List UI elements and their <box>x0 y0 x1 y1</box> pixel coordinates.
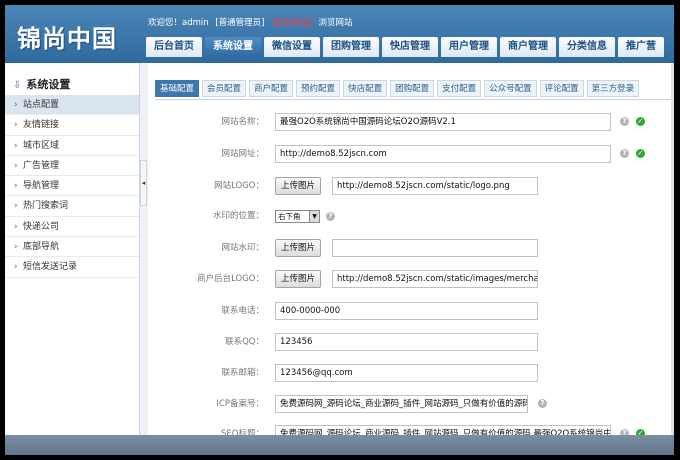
sidebar-item-city-area[interactable]: 城市区域 <box>5 136 139 156</box>
nav-tab-classified[interactable]: 分类信息 <box>559 37 615 57</box>
header: 锦尚中国 欢迎您！admin [普通管理员] [安全退出] 浏览网站 后台首页 … <box>5 5 674 63</box>
browse-site-link[interactable]: 浏览网站 <box>319 18 353 28</box>
sidebar-item-friend-links[interactable]: 友情链接 <box>5 115 139 136</box>
merchant-logo-input[interactable]: http://demo8.52jscn.com/static/images/me… <box>332 270 538 288</box>
merchant-logo-label: 商户后台LOGO： <box>197 274 264 284</box>
tab-official-account-config[interactable]: 公众号配置 <box>484 80 537 97</box>
watermark-position-select[interactable]: 右下角 ▼ <box>275 210 320 223</box>
site-logo-input[interactable]: http://demo8.52jscn.com/static/logo.png <box>332 177 538 195</box>
watermark-label: 网站水印： <box>221 243 264 253</box>
user-bar: 欢迎您！admin [普通管理员] [安全退出] 浏览网站 <box>148 16 357 28</box>
row-watermark-position: 水印的位置： 右下角 ▼ ? <box>148 209 674 234</box>
site-url-label: 网站网址： <box>221 149 264 159</box>
row-site-url: 网站网址： http://demo8.52jscn.com ? ✓ <box>148 145 674 170</box>
email-input[interactable]: 123456@qq.com <box>275 364 538 382</box>
sidebar-list: 站点配置 友情链接 城市区域 广告管理 导航管理 热门搜索词 快递公司 底部导航… <box>5 95 139 278</box>
site-logo-label: 网站LOGO： <box>214 181 264 191</box>
sidebar-item-express[interactable]: 快递公司 <box>5 217 139 238</box>
upload-watermark-button[interactable]: 上传图片 <box>275 239 322 257</box>
row-site-logo: 网站LOGO： 上传图片 http://demo8.52jscn.com/sta… <box>148 177 674 202</box>
role-label: [普通管理员] <box>215 18 265 28</box>
nav-tab-wechat[interactable]: 微信设置 <box>264 37 320 57</box>
row-qq: 联系QQ： 123456 <box>148 333 674 358</box>
row-icp: ICP备案号： 免费源码网_源码论坛_商业源码_插件_网站源码_只做有价值的源码… <box>148 395 674 420</box>
arrow-down-icon: ⇩ <box>13 80 22 91</box>
sidebar-title: ⇩ 系统设置 <box>13 76 70 92</box>
sidebar-item-site-config[interactable]: 站点配置 <box>5 95 139 116</box>
site-url-input[interactable]: http://demo8.52jscn.com <box>275 145 611 163</box>
tab-payment-config[interactable]: 支付配置 <box>437 80 482 97</box>
watermark-input[interactable] <box>332 239 538 257</box>
nav-tab-users[interactable]: 用户管理 <box>441 37 497 57</box>
sidebar-item-hot-search[interactable]: 热门搜索词 <box>5 196 139 217</box>
sidebar: ⇩ 系统设置 站点配置 友情链接 城市区域 广告管理 导航管理 热门搜索词 快递公… <box>5 63 140 443</box>
help-icon[interactable]: ? <box>620 149 629 158</box>
tab-basic-config[interactable]: 基础配置 <box>155 80 200 97</box>
row-email: 联系邮箱： 123456@qq.com <box>148 364 674 389</box>
email-label: 联系邮箱： <box>221 368 264 378</box>
app-frame: 锦尚中国 欢迎您！admin [普通管理员] [安全退出] 浏览网站 后台首页 … <box>5 5 674 455</box>
sidebar-title-label: 系统设置 <box>26 78 71 91</box>
main-nav: 后台首页 系统设置 微信设置 团购管理 快店管理 用户管理 商户管理 分类信息 … <box>146 37 667 57</box>
nav-tab-groupbuy[interactable]: 团购管理 <box>323 37 379 57</box>
row-phone: 联系电话： 400-0000-000 <box>148 302 674 327</box>
nav-tab-home[interactable]: 后台首页 <box>146 37 202 57</box>
sidebar-item-footer-nav[interactable]: 底部导航 <box>5 237 139 258</box>
nav-tab-merchants[interactable]: 商户管理 <box>500 37 556 57</box>
watermark-position-label: 水印的位置： <box>212 211 264 221</box>
tab-booking-config[interactable]: 预约配置 <box>296 80 341 97</box>
main-content: 基础配置 会员配置 商户配置 预约配置 快店配置 团购配置 支付配置 公众号配置… <box>148 63 674 443</box>
upload-logo-button[interactable]: 上传图片 <box>275 177 322 195</box>
tab-third-party-login[interactable]: 第三方登录 <box>586 80 640 97</box>
logout-link[interactable]: [安全退出] <box>271 18 312 28</box>
footer-bar <box>5 435 674 455</box>
check-icon: ✓ <box>636 117 645 126</box>
phone-label: 联系电话： <box>221 306 264 316</box>
phone-input[interactable]: 400-0000-000 <box>275 302 538 320</box>
config-tabs: 基础配置 会员配置 商户配置 预约配置 快店配置 团购配置 支付配置 公众号配置… <box>155 80 674 100</box>
nav-tab-shop[interactable]: 快店管理 <box>382 37 438 57</box>
nav-tab-promotion[interactable]: 推广营 <box>618 37 664 57</box>
tab-groupbuy-config[interactable]: 团购配置 <box>390 80 435 97</box>
help-icon[interactable]: ? <box>326 212 335 221</box>
logo: 锦尚中国 <box>17 24 117 53</box>
row-watermark: 网站水印： 上传图片 <box>148 239 674 264</box>
qq-label: 联系QQ： <box>225 337 264 347</box>
chevron-down-icon: ▼ <box>309 211 319 222</box>
site-name-input[interactable]: 最强O2O系统锦尚中国源码论坛O2O源码V2.1 <box>275 113 611 131</box>
tab-shop-config[interactable]: 快店配置 <box>343 80 388 97</box>
scrollbar[interactable] <box>671 63 674 435</box>
sidebar-item-ads[interactable]: 广告管理 <box>5 156 139 177</box>
tab-review-config[interactable]: 评论配置 <box>539 80 584 97</box>
site-name-label: 网站名称： <box>221 117 264 127</box>
sidebar-collapse-handle[interactable]: ◂ <box>140 160 147 206</box>
check-icon: ✓ <box>636 149 645 158</box>
sidebar-item-nav[interactable]: 导航管理 <box>5 176 139 197</box>
icp-label: ICP备案号： <box>216 399 264 409</box>
tab-merchant-config[interactable]: 商户配置 <box>249 80 294 97</box>
qq-input[interactable]: 123456 <box>275 333 538 351</box>
icp-input[interactable]: 免费源码网_源码论坛_商业源码_插件_网站源码_只做有价值的源码 最 <box>275 395 528 413</box>
help-icon[interactable]: ? <box>538 399 547 408</box>
watermark-position-value: 右下角 <box>278 212 301 221</box>
sidebar-item-sms-log[interactable]: 短信发送记录 <box>5 257 139 278</box>
greeting: 欢迎您！admin <box>148 18 209 28</box>
upload-merchant-logo-button[interactable]: 上传图片 <box>275 270 322 288</box>
tab-member-config[interactable]: 会员配置 <box>202 80 247 97</box>
row-merchant-logo: 商户后台LOGO： 上传图片 http://demo8.52jscn.com/s… <box>148 270 674 295</box>
help-icon[interactable]: ? <box>620 117 629 126</box>
nav-tab-system-settings[interactable]: 系统设置 <box>205 37 261 57</box>
row-site-name: 网站名称： 最强O2O系统锦尚中国源码论坛O2O源码V2.1 ? ✓ <box>148 113 674 138</box>
